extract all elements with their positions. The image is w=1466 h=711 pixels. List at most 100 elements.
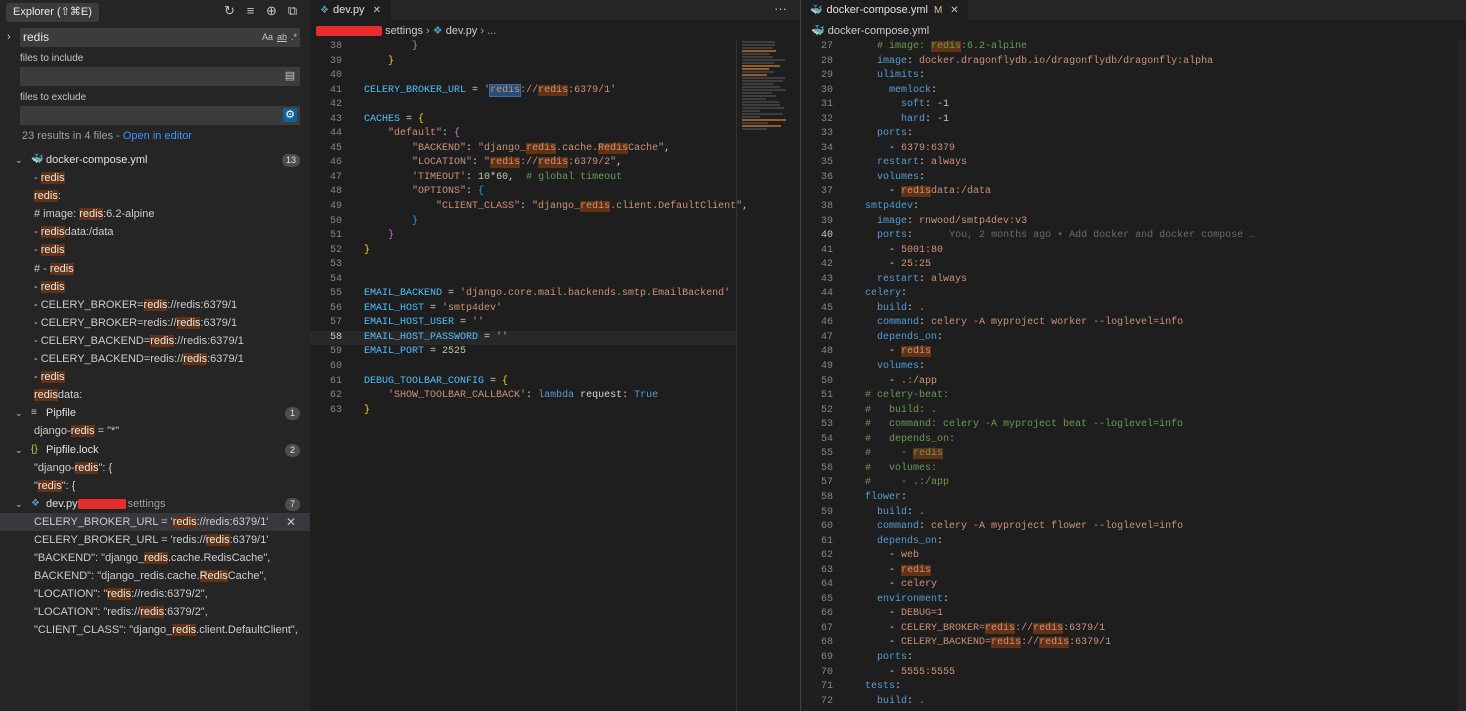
chevron-right-icon[interactable]: ›: [7, 31, 11, 43]
match-row[interactable]: - redis: [0, 241, 310, 259]
close-icon[interactable]: ✕: [373, 5, 381, 16]
explorer-title[interactable]: Explorer (⇧⌘E): [6, 3, 99, 22]
code-token: [865, 696, 877, 707]
match-row[interactable]: redis:: [0, 187, 310, 205]
code-token: .cache.: [556, 143, 598, 154]
close-icon[interactable]: ✕: [950, 5, 958, 16]
open-editors-icon[interactable]: ▤: [283, 69, 297, 83]
code-token: [865, 667, 889, 678]
line-number: 41: [801, 244, 833, 259]
match-row[interactable]: "django-redis": {: [0, 459, 310, 477]
code-editor[interactable]: 38 } 39 } 40 41 CELERY_BROKER_URL = 'redis:/…: [310, 40, 736, 418]
match-row[interactable]: - CELERY_BACKEND=redis://redis:6379/1: [0, 332, 310, 350]
more-actions-icon[interactable]: ···: [774, 0, 787, 18]
code-line: 72 build: .: [801, 695, 1459, 710]
scrollbar[interactable]: [1458, 40, 1466, 711]
code-token: }: [364, 245, 370, 256]
match-row[interactable]: - redis: [0, 169, 310, 187]
file-row[interactable]: ⌄ 🐳 docker-compose.yml 13: [0, 151, 310, 169]
tab-docker-compose[interactable]: 🐳 docker-compose.yml M ✕: [801, 0, 968, 20]
code-line: 46 "LOCATION": "redis://redis:6379/2",: [310, 156, 736, 171]
code-line: 36 volumes:: [801, 171, 1459, 186]
open-in-editor-link[interactable]: Open in editor: [123, 130, 192, 142]
file-row[interactable]: ⌄ ≡ Pipfile 1: [0, 404, 310, 422]
chevron-down-icon[interactable]: ⌄: [15, 404, 23, 422]
match-row[interactable]: - CELERY_BACKEND=redis://redis:6379/1: [0, 350, 310, 368]
match-case-icon[interactable]: Aa: [262, 30, 273, 45]
clear-results-icon[interactable]: ≡: [243, 3, 258, 18]
minimap[interactable]: [742, 40, 792, 125]
whole-word-icon[interactable]: ab: [277, 30, 287, 45]
code-editor[interactable]: 27 # image: redis:6.2-alpine 28 image: do…: [801, 40, 1459, 709]
regex-icon[interactable]: .*: [291, 30, 297, 45]
code-token: :: [907, 652, 913, 663]
collapse-all-icon[interactable]: ⧉: [285, 3, 300, 18]
code-token: :: [907, 56, 919, 67]
code-token: -: [889, 346, 901, 357]
match-row[interactable]: - redis: [0, 278, 310, 296]
line-text: "CLIENT_CLASS": "django_redis.client.Def…: [364, 200, 748, 215]
chevron-down-icon[interactable]: ⌄: [15, 151, 23, 169]
code-token: -1: [937, 99, 949, 110]
python-icon: ❖: [433, 25, 443, 37]
match-row[interactable]: "CLIENT_CLASS": "django_redis.client.Def…: [0, 621, 310, 639]
breadcrumb-symbol[interactable]: ...: [487, 25, 496, 37]
file-row[interactable]: ⌄ ❖ dev.py settings 7: [0, 495, 310, 513]
match-row[interactable]: # - redis: [0, 260, 310, 278]
minimap-line: [742, 101, 779, 103]
new-search-editor-icon[interactable]: ⊕: [264, 3, 279, 18]
match-row[interactable]: - redisdata:/data: [0, 223, 310, 241]
match-row[interactable]: CELERY_BROKER_URL = 'redis://redis:6379/…: [0, 531, 310, 549]
dismiss-icon[interactable]: ✕: [286, 513, 296, 531]
match-hit: redis: [41, 226, 65, 238]
match-row[interactable]: redisdata:: [0, 386, 310, 404]
minimap-line: [742, 125, 781, 127]
line-text: soft: -1: [865, 98, 949, 113]
code-token: hard: [901, 114, 925, 125]
tab-dev-py[interactable]: ❖ dev.py ✕: [310, 0, 391, 20]
refresh-icon[interactable]: ↻: [222, 3, 237, 18]
match-row[interactable]: - CELERY_BROKER=redis://redis:6379/1: [0, 296, 310, 314]
match-row[interactable]: - redis: [0, 368, 310, 386]
match-row[interactable]: # image: redis:6.2-alpine: [0, 205, 310, 223]
file-row[interactable]: ⌄ {} Pipfile.lock 2: [0, 441, 310, 459]
match-pre: "django-: [34, 462, 75, 474]
code-token: :: [907, 696, 919, 707]
code-token: build: [877, 303, 907, 314]
match-row[interactable]: "LOCATION": "redis://redis:6379/2",: [0, 603, 310, 621]
exclude-input[interactable]: ⚙: [20, 106, 300, 125]
include-input[interactable]: ▤: [20, 67, 300, 86]
match-row[interactable]: django-redis = "*": [0, 422, 310, 440]
search-input[interactable]: redis Aa ab .*: [20, 28, 300, 47]
match-row[interactable]: "BACKEND": "django_redis.cache.RedisCach…: [0, 549, 310, 567]
code-token: [865, 507, 877, 518]
code-token: [364, 172, 412, 183]
line-number: 53: [310, 258, 342, 273]
line-text: build: .: [865, 302, 925, 317]
match-row[interactable]: BACKEND": "django_redis.cache.RedisCache…: [0, 567, 310, 585]
gear-icon[interactable]: ⚙: [283, 108, 297, 122]
match-post: ": {: [98, 462, 112, 474]
match-row[interactable]: - CELERY_BROKER=redis://redis:6379/1: [0, 314, 310, 332]
line-number: 51: [801, 389, 833, 404]
search-value[interactable]: redis: [23, 30, 49, 44]
line-number: 43: [310, 113, 342, 128]
match-row[interactable]: CELERY_BROKER_URL = 'redis://redis:6379/…: [0, 513, 310, 531]
breadcrumb: settings › ❖ dev.py › ...: [316, 22, 496, 40]
line-text: depends_on:: [865, 535, 943, 550]
match-row[interactable]: "LOCATION": "redis://redis:6379/2",: [0, 585, 310, 603]
chevron-down-icon[interactable]: ⌄: [15, 495, 23, 513]
code-token: =: [424, 303, 442, 314]
line-text: - 25:25: [865, 258, 931, 273]
match-text: - redis: [34, 368, 65, 386]
chevron-down-icon[interactable]: ⌄: [15, 441, 23, 459]
code-token: =: [442, 288, 460, 299]
code-token: depends_on: [877, 536, 937, 547]
breadcrumb-file[interactable]: dev.py: [446, 25, 478, 37]
breadcrumb-folder[interactable]: settings: [385, 25, 423, 37]
scrollbar[interactable]: [736, 40, 737, 711]
breadcrumb-file[interactable]: docker-compose.yml: [828, 25, 929, 37]
match-row[interactable]: "redis": {: [0, 477, 310, 495]
match-pre: -: [34, 371, 41, 383]
code-token: "LOCATION": [412, 157, 472, 168]
